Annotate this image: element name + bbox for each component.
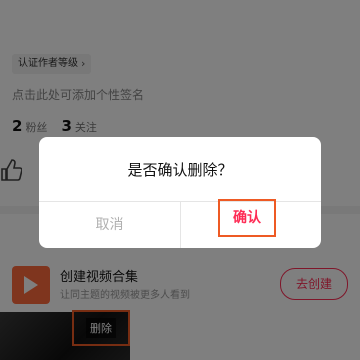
profile-page: 认证作者等级 › 点击此处可添加个性签名 2粉丝 3关注 创建视频合集 让同主题… [0, 0, 360, 360]
cancel-button[interactable]: 取消 [39, 202, 180, 248]
confirm-delete-dialog: 是否确认删除？ 取消 确认 [39, 137, 321, 248]
confirm-button[interactable]: 确认 [218, 199, 276, 237]
dialog-title: 是否确认删除？ [127, 161, 233, 179]
dialog-button-divider [180, 201, 181, 248]
